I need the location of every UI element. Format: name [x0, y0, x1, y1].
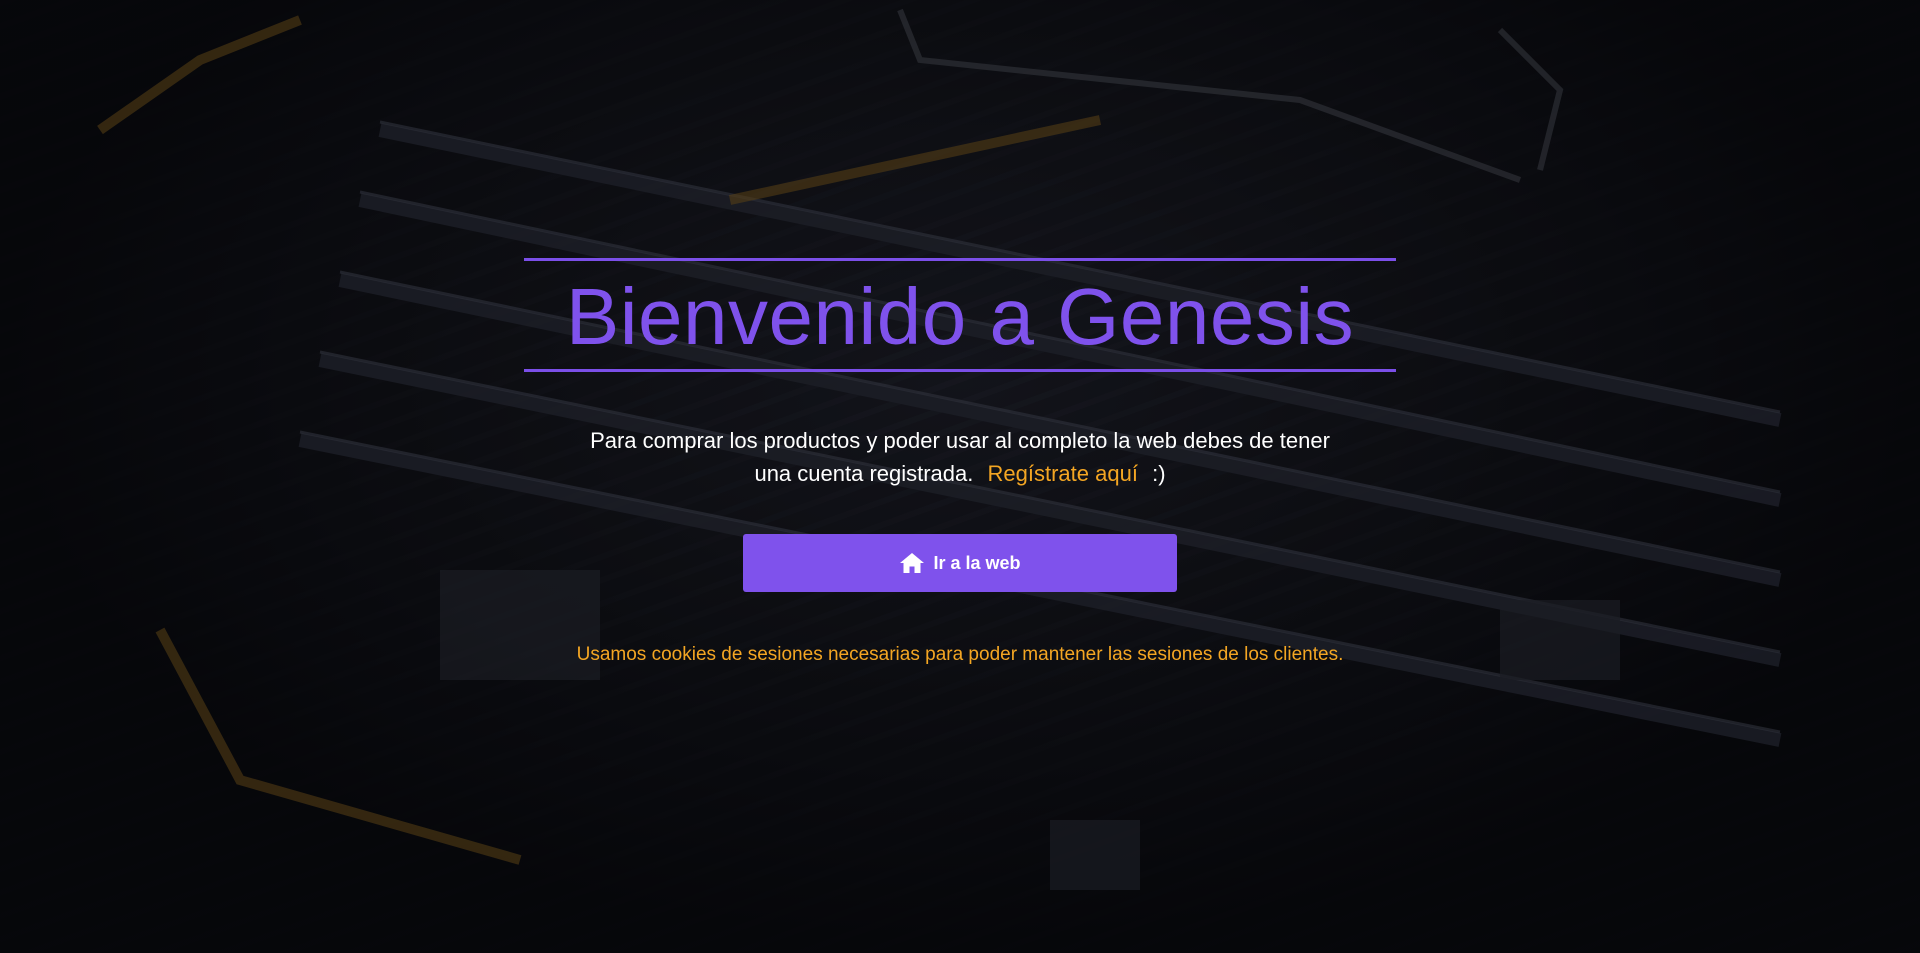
message-line-1: Para comprar los productos y poder usar …: [590, 428, 1330, 453]
register-link[interactable]: Regístrate aquí: [988, 461, 1138, 486]
welcome-message: Para comprar los productos y poder usar …: [530, 424, 1390, 490]
go-to-web-button[interactable]: Ir a la web: [743, 534, 1177, 592]
title-block: Bienvenido a Genesis: [524, 258, 1396, 372]
smiley-text: :): [1152, 461, 1166, 486]
go-to-web-label: Ir a la web: [933, 552, 1021, 573]
cookies-notice: Usamos cookies de sesiones necesarias pa…: [576, 644, 1344, 665]
hero-section: Bienvenido a Genesis Para comprar los pr…: [0, 0, 1920, 953]
home-icon: [899, 551, 925, 575]
page-title: Bienvenido a Genesis: [565, 272, 1355, 361]
message-line-2: una cuenta registrada.: [754, 461, 974, 486]
